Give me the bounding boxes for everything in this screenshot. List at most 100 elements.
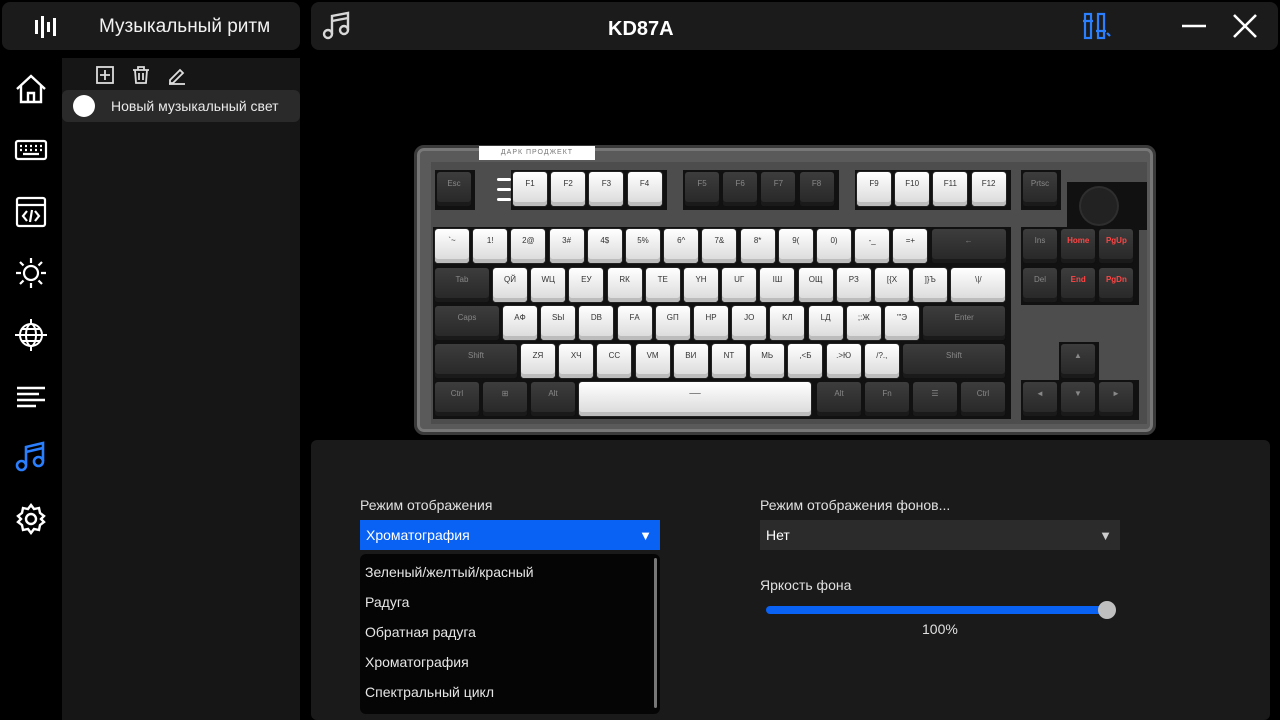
nav-keyboard[interactable] bbox=[10, 129, 52, 171]
add-button[interactable] bbox=[94, 64, 116, 86]
key[interactable]: ZЯ bbox=[521, 344, 555, 378]
key[interactable]: ← bbox=[931, 229, 1006, 263]
key[interactable]: 7& bbox=[702, 229, 737, 263]
dropdown-option[interactable]: Хроматография bbox=[365, 648, 645, 676]
key[interactable]: Caps bbox=[435, 306, 499, 340]
key[interactable]: F1 bbox=[513, 172, 547, 206]
key[interactable]: TЕ bbox=[645, 268, 680, 302]
key[interactable]: F7 bbox=[761, 172, 796, 206]
dropdown-option[interactable]: Обратная радуга bbox=[365, 618, 645, 646]
key[interactable]: 5% bbox=[626, 229, 660, 263]
key[interactable]: OЩ bbox=[798, 268, 833, 302]
key[interactable]: .>Ю bbox=[826, 344, 861, 378]
key[interactable]: Home bbox=[1061, 229, 1096, 263]
key[interactable]: Enter bbox=[923, 306, 1006, 340]
key[interactable]: YН bbox=[684, 268, 718, 302]
key[interactable]: 0) bbox=[817, 229, 851, 263]
key[interactable]: RК bbox=[607, 268, 642, 302]
device-settings-button[interactable] bbox=[1078, 8, 1114, 44]
key[interactable]: QЙ bbox=[493, 268, 527, 302]
key[interactable]: `~ bbox=[435, 229, 469, 263]
light-toggle-dot[interactable] bbox=[73, 95, 95, 117]
key[interactable]: CС bbox=[597, 344, 632, 378]
key[interactable]: [{Х bbox=[875, 268, 909, 302]
key[interactable]: '"Э bbox=[885, 306, 919, 340]
key[interactable]: Tab bbox=[435, 268, 489, 302]
key[interactable]: FА bbox=[617, 306, 652, 340]
key[interactable]: NТ bbox=[712, 344, 746, 378]
key[interactable]: 8* bbox=[740, 229, 775, 263]
key[interactable]: F3 bbox=[589, 172, 624, 206]
key[interactable]: Ctrl bbox=[961, 382, 1005, 416]
key[interactable]: PЗ bbox=[836, 268, 871, 302]
close-button[interactable] bbox=[1227, 8, 1263, 44]
key[interactable]: PgUp bbox=[1099, 229, 1134, 263]
key[interactable]: HР bbox=[694, 306, 728, 340]
key[interactable]: Shift bbox=[435, 344, 517, 378]
dropdown-option[interactable]: Зеленый/желтый/красный bbox=[365, 558, 645, 586]
key[interactable]: /?., bbox=[864, 344, 899, 378]
key[interactable]: F8 bbox=[799, 172, 834, 206]
key[interactable]: ⊞ bbox=[483, 382, 527, 416]
key[interactable]: Del bbox=[1023, 268, 1057, 302]
key[interactable]: F5 bbox=[685, 172, 719, 206]
minimize-button[interactable] bbox=[1176, 8, 1212, 44]
nav-macro[interactable] bbox=[10, 191, 52, 233]
volume-knob[interactable] bbox=[1081, 188, 1117, 224]
edit-button[interactable] bbox=[166, 64, 188, 86]
key[interactable]: 1! bbox=[473, 229, 508, 263]
key[interactable]: 6^ bbox=[664, 229, 699, 263]
key[interactable]: 2@ bbox=[511, 229, 546, 263]
key[interactable]: Fn bbox=[865, 382, 909, 416]
key[interactable]: DВ bbox=[579, 306, 614, 340]
key[interactable]: Ctrl bbox=[435, 382, 479, 416]
key[interactable]: ► bbox=[1099, 382, 1133, 416]
key[interactable]: SЫ bbox=[541, 306, 576, 340]
key[interactable]: F9 bbox=[857, 172, 891, 206]
key[interactable]: -_ bbox=[855, 229, 890, 263]
key[interactable]: ▲ bbox=[1061, 344, 1095, 378]
key[interactable]: =+ bbox=[893, 229, 928, 263]
key[interactable]: PgDn bbox=[1099, 268, 1134, 302]
key[interactable]: UГ bbox=[722, 268, 757, 302]
key[interactable]: MЬ bbox=[750, 344, 785, 378]
key[interactable]: ;:Ж bbox=[846, 306, 881, 340]
list-item[interactable]: Новый музыкальный свет bbox=[62, 90, 300, 122]
nav-settings[interactable] bbox=[10, 498, 52, 540]
key[interactable]: BИ bbox=[673, 344, 708, 378]
key[interactable]: XЧ bbox=[559, 344, 594, 378]
key[interactable]: 4$ bbox=[587, 229, 622, 263]
bg-brightness-slider[interactable] bbox=[766, 600, 1116, 620]
nav-music[interactable] bbox=[10, 436, 52, 478]
delete-button[interactable] bbox=[130, 64, 152, 86]
key[interactable]: Shift bbox=[903, 344, 1005, 378]
nav-home[interactable] bbox=[10, 68, 52, 110]
key[interactable]: \|/ bbox=[951, 268, 1006, 302]
key[interactable]: 9( bbox=[778, 229, 813, 263]
dropdown-option[interactable]: Спектральный цикл bbox=[365, 678, 645, 706]
key[interactable]: LД bbox=[808, 306, 843, 340]
key[interactable]: ,<Б bbox=[788, 344, 823, 378]
key[interactable]: F2 bbox=[551, 172, 586, 206]
key[interactable]: F4 bbox=[627, 172, 662, 206]
dropdown-option[interactable]: Радуга bbox=[365, 588, 645, 616]
key[interactable]: ☰ bbox=[913, 382, 957, 416]
key[interactable]: VМ bbox=[635, 344, 670, 378]
key[interactable]: EУ bbox=[569, 268, 604, 302]
key[interactable]: Esc bbox=[437, 172, 471, 206]
nav-align[interactable] bbox=[10, 375, 52, 417]
key[interactable]: KЛ bbox=[770, 306, 805, 340]
key[interactable]: 3# bbox=[549, 229, 584, 263]
slider-thumb[interactable] bbox=[1098, 601, 1116, 619]
key[interactable]: JО bbox=[732, 306, 767, 340]
dropdown-scrollbar[interactable] bbox=[654, 558, 657, 708]
key[interactable]: GП bbox=[655, 306, 690, 340]
nav-globe[interactable] bbox=[10, 314, 52, 356]
key[interactable]: F10 bbox=[895, 172, 930, 206]
key[interactable]: Alt bbox=[817, 382, 861, 416]
key[interactable]: ▼ bbox=[1061, 382, 1095, 416]
bg-mode-select[interactable]: Нет ▼ bbox=[760, 520, 1120, 550]
display-mode-select[interactable]: Хроматография ▼ bbox=[360, 520, 660, 550]
key[interactable]: End bbox=[1061, 268, 1096, 302]
key[interactable]: F11 bbox=[933, 172, 968, 206]
